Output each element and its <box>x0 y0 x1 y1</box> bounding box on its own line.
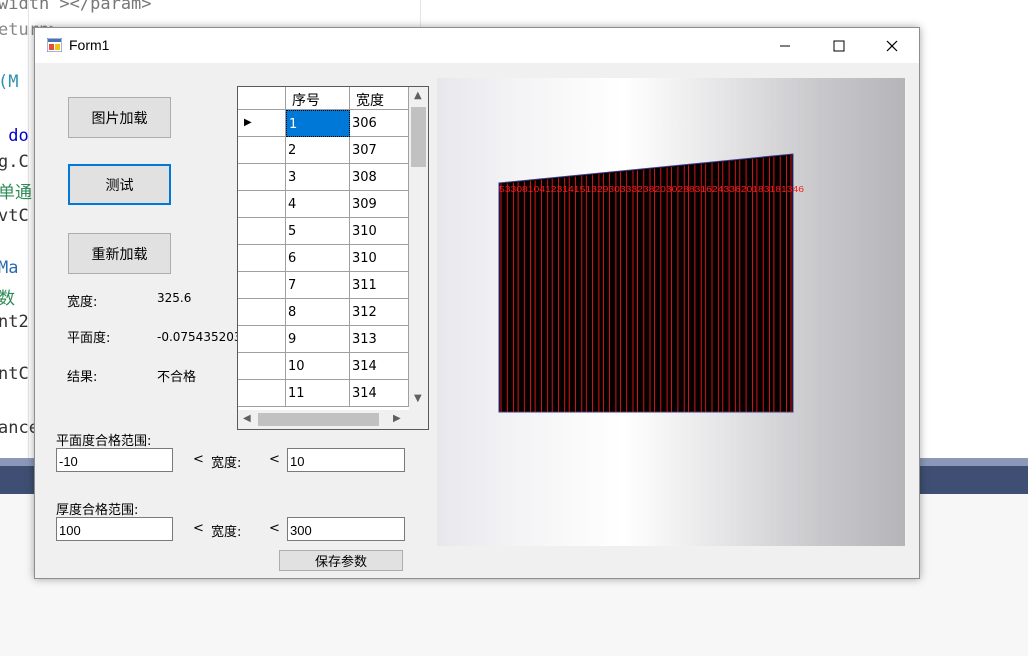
grid-cell-width[interactable]: 307 <box>350 137 409 164</box>
code-line: ntC <box>0 364 29 384</box>
code-line: (M <box>0 72 19 92</box>
grid-row-header[interactable] <box>238 218 286 245</box>
maximize-icon <box>833 40 845 51</box>
scroll-thumb[interactable] <box>258 413 379 426</box>
grid-cell-width[interactable]: 314 <box>350 353 409 380</box>
processed-image: 5330810412314151329303332382030288316243… <box>498 153 805 413</box>
grid-cell-index[interactable]: 4 <box>286 191 350 218</box>
grid-vertical-scrollbar[interactable]: ▲ ▼ <box>409 87 428 410</box>
grid-cell-width[interactable]: 310 <box>350 245 409 272</box>
scroll-up-icon[interactable]: ▲ <box>414 90 422 101</box>
grid-cell-index[interactable]: 2 <box>286 137 350 164</box>
grid-cell-width[interactable]: 311 <box>350 272 409 299</box>
code-line: Ma <box>0 258 19 278</box>
grid-cell-index[interactable]: 3 <box>286 164 350 191</box>
less-than-sign: < <box>269 521 280 536</box>
grid-cell-width[interactable]: 306 <box>350 110 409 137</box>
scroll-left-icon[interactable]: ◀ <box>243 413 251 424</box>
grid-row-header[interactable]: ▶ <box>238 110 286 137</box>
less-than-sign: < <box>193 452 204 467</box>
flatness-max-input[interactable] <box>287 448 405 472</box>
code-line: 单通 <box>0 183 32 203</box>
thickness-mid-label: 宽度: <box>211 525 242 540</box>
code-line: width ></param> <box>0 0 152 14</box>
code-line: do <box>0 126 29 146</box>
form1-window: Form1 图片加载 测试 重新加载 宽度: 325.6 平面度: -0.075… <box>34 27 920 579</box>
measurement-overlay-text: 5330810412314151329303332382030288316243… <box>499 185 805 194</box>
flatness-mid-label: 宽度: <box>211 456 242 471</box>
grid-cell-index[interactable]: 10 <box>286 353 350 380</box>
flatness-min-input[interactable] <box>56 448 173 472</box>
flatness-value: -0.075435203 <box>157 330 237 344</box>
grid-cell-width[interactable]: 309 <box>350 191 409 218</box>
flatness-range-label: 平面度合格范围: <box>56 434 152 449</box>
grid-row-header[interactable] <box>238 299 286 326</box>
grid-cell-width[interactable]: 313 <box>350 326 409 353</box>
grid-cell-index[interactable]: 6 <box>286 245 350 272</box>
grid-row-header[interactable] <box>238 272 286 299</box>
load-image-button[interactable]: 图片加载 <box>68 97 171 138</box>
grid-cell-width[interactable]: 314 <box>350 380 409 407</box>
thickness-max-input[interactable] <box>287 517 405 541</box>
test-button[interactable]: 测试 <box>68 164 171 205</box>
grid-cell-index[interactable]: 8 <box>286 299 350 326</box>
grid-header-width[interactable]: 宽度 <box>350 87 409 110</box>
form-icon <box>47 38 62 52</box>
thickness-range-label: 厚度合格范围: <box>56 503 139 518</box>
grid-cell-index[interactable]: 11 <box>286 380 350 407</box>
width-value: 325.6 <box>157 291 192 305</box>
maximize-button[interactable] <box>816 28 862 63</box>
scroll-right-icon[interactable]: ▶ <box>393 413 401 424</box>
grid-cell-width[interactable]: 312 <box>350 299 409 326</box>
grid-row-header[interactable] <box>238 353 286 380</box>
less-than-sign: < <box>193 521 204 536</box>
scroll-corner <box>409 410 428 429</box>
window-title: Form1 <box>69 37 110 53</box>
flatness-label: 平面度: <box>67 331 111 346</box>
less-than-sign: < <box>269 452 280 467</box>
grid-header-index[interactable]: 序号 <box>286 87 350 110</box>
grid-row-header[interactable] <box>238 137 286 164</box>
result-value: 不合格 <box>157 370 197 385</box>
scroll-thumb[interactable] <box>411 107 426 167</box>
title-bar[interactable]: Form1 <box>35 28 919 63</box>
result-label: 结果: <box>67 370 98 385</box>
reload-button[interactable]: 重新加载 <box>68 233 171 274</box>
image-preview[interactable]: 5330810412314151329303332382030288316243… <box>437 78 905 546</box>
code-line: g.C <box>0 152 29 172</box>
grid-row-header[interactable] <box>238 380 286 407</box>
close-button[interactable] <box>869 28 915 63</box>
minimize-button[interactable] <box>762 28 808 63</box>
grid-row-header[interactable] <box>238 326 286 353</box>
minimize-icon <box>780 45 790 46</box>
grid-cell-index[interactable]: 5 <box>286 218 350 245</box>
data-grid[interactable]: 序号 宽度 ▶ 1 306 2 307 3 308 4 309 5 310 6 310 7 311 8 312 9… <box>237 86 429 430</box>
code-line: 数 <box>0 289 15 309</box>
grid-horizontal-scrollbar[interactable]: ◀ ▶ <box>238 410 409 429</box>
width-label: 宽度: <box>67 295 98 310</box>
grid-cell-width[interactable]: 310 <box>350 218 409 245</box>
thickness-min-input[interactable] <box>56 517 173 541</box>
grid-row-header[interactable] <box>238 164 286 191</box>
grid-row-header[interactable] <box>238 245 286 272</box>
indent-guide <box>28 0 29 460</box>
grid-cell-index[interactable]: 1 <box>286 110 350 137</box>
current-row-indicator-icon: ▶ <box>244 117 252 128</box>
code-line: nt2 <box>0 312 29 332</box>
code-line: vtC <box>0 206 29 226</box>
close-icon <box>886 40 898 51</box>
grid-corner-header <box>238 87 286 110</box>
grid-row-header[interactable] <box>238 191 286 218</box>
scroll-down-icon[interactable]: ▼ <box>414 393 422 404</box>
grid-cell-index[interactable]: 7 <box>286 272 350 299</box>
grid-cell-width[interactable]: 308 <box>350 164 409 191</box>
save-params-button[interactable]: 保存参数 <box>279 550 403 571</box>
grid-cell-index[interactable]: 9 <box>286 326 350 353</box>
flatness-value-clip: -0.075435203 <box>157 326 237 345</box>
